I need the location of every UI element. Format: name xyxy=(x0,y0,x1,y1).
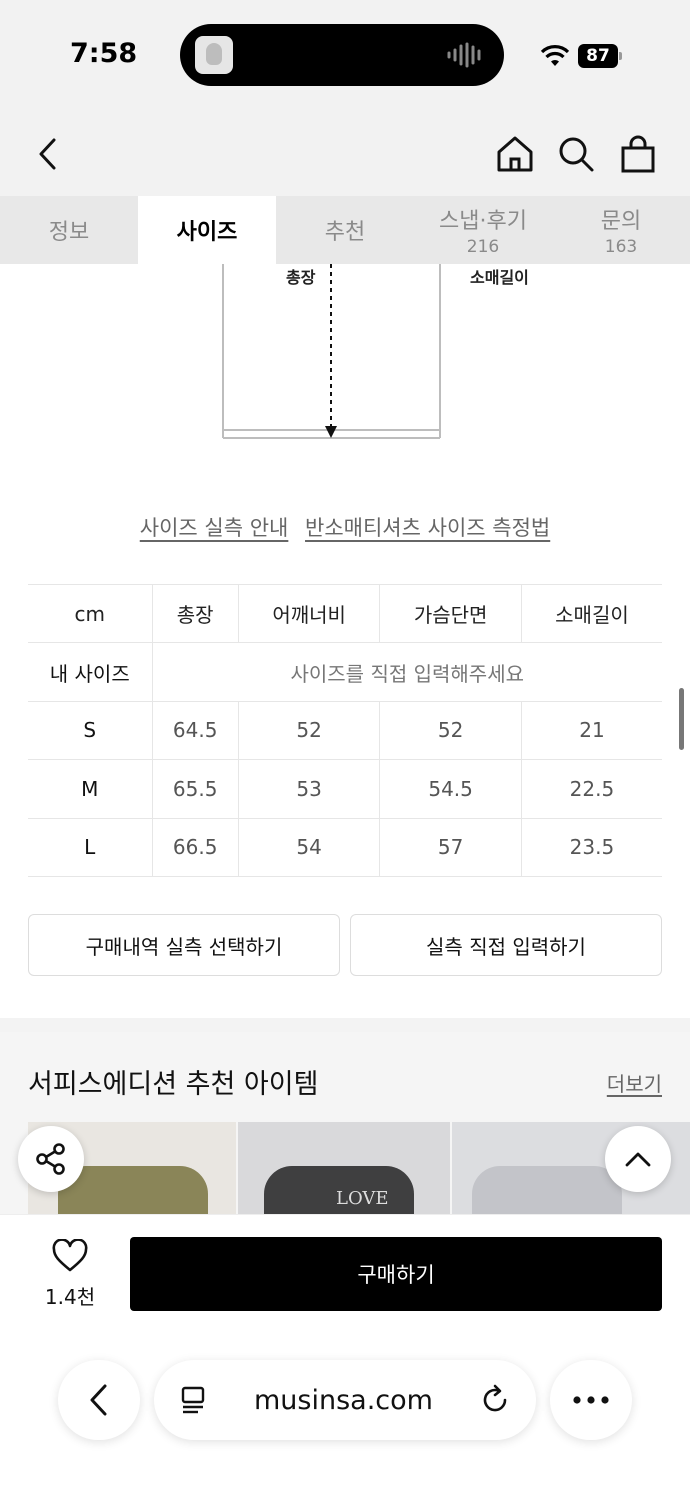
recommend-section: 서피스에디션 추천 아이템 더보기 LOVE xyxy=(0,1032,690,1222)
more-button[interactable] xyxy=(550,1360,632,1440)
battery-level: 87 xyxy=(578,44,618,68)
app-header xyxy=(0,110,690,196)
dynamic-island xyxy=(180,24,504,86)
product-tabs: 정보 사이즈 추천 스냅·후기 216 문의 163 xyxy=(0,196,690,264)
shirt-print: LOVE xyxy=(336,1188,389,1209)
reload-icon[interactable] xyxy=(479,1384,511,1416)
enter-measurement-button[interactable]: 실측 직접 입력하기 xyxy=(350,914,662,976)
recommend-item[interactable]: LOVE xyxy=(238,1122,450,1222)
table-cell: 23.5 xyxy=(520,817,662,877)
my-size-row[interactable]: 내 사이즈 사이즈를 직접 입력해주세요 xyxy=(28,642,662,702)
url-text[interactable]: musinsa.com xyxy=(254,1385,433,1416)
shopping-bag-icon[interactable] xyxy=(616,132,660,176)
table-cell: 65.5 xyxy=(151,759,239,819)
address-bar[interactable]: musinsa.com xyxy=(154,1360,536,1440)
measure-method-link[interactable]: 반소매티셔츠 사이즈 측정법 xyxy=(305,516,550,540)
home-icon[interactable] xyxy=(493,132,537,176)
table-header: 가슴단면 xyxy=(379,583,522,643)
wifi-icon xyxy=(540,45,570,66)
my-size-label: 내 사이즈 xyxy=(28,642,153,702)
audio-wave-icon xyxy=(447,42,481,68)
table-header: 어깨너비 xyxy=(237,583,380,643)
purchase-bar: 1.4천 구매하기 xyxy=(0,1214,690,1500)
table-row: M 65.5 53 54.5 22.5 xyxy=(28,759,662,819)
recommend-title: 서피스에디션 추천 아이템 xyxy=(28,1069,319,1100)
diagram-sleeve-label: 소매길이 xyxy=(470,268,529,287)
size-diagram xyxy=(222,264,441,439)
table-cell: 66.5 xyxy=(151,817,239,877)
now-playing-artwork-icon xyxy=(195,36,233,74)
tab-count: 163 xyxy=(604,237,638,257)
reader-mode-icon[interactable] xyxy=(178,1384,210,1416)
scrollbar[interactable] xyxy=(679,688,684,750)
tab-info[interactable]: 정보 xyxy=(0,196,138,264)
search-icon[interactable] xyxy=(554,132,598,176)
table-row: L 66.5 54 57 23.5 xyxy=(28,817,662,877)
tab-label: 스냅·후기 xyxy=(439,209,527,234)
table-row: S 64.5 52 52 21 xyxy=(28,700,662,760)
tab-label: 사이즈 xyxy=(176,220,238,245)
buy-button[interactable]: 구매하기 xyxy=(130,1237,662,1311)
battery-icon: 87 xyxy=(578,44,622,68)
select-purchase-history-button[interactable]: 구매내역 실측 선택하기 xyxy=(28,914,340,976)
heart-icon xyxy=(52,1238,88,1272)
table-cell: 53 xyxy=(237,759,380,819)
table-header: 소매길이 xyxy=(520,583,662,643)
table-cell: 52 xyxy=(379,700,522,760)
table-cell: 52 xyxy=(237,700,380,760)
my-size-hint[interactable]: 사이즈를 직접 입력해주세요 xyxy=(151,642,662,702)
tab-label: 문의 xyxy=(600,209,642,234)
tab-size[interactable]: 사이즈 xyxy=(138,196,276,264)
back-icon[interactable] xyxy=(26,132,70,176)
like-button[interactable]: 1.4천 xyxy=(40,1238,100,1310)
size-guide-links: 사이즈 실측 안내 반소매티셔츠 사이즈 측정법 xyxy=(0,512,690,542)
size-label: L xyxy=(28,817,153,877)
size-label: M xyxy=(28,759,153,819)
diagram-length-label: 총장 xyxy=(286,268,316,287)
table-cell: 22.5 xyxy=(520,759,662,819)
share-button[interactable] xyxy=(18,1126,84,1192)
like-count: 1.4천 xyxy=(44,1285,96,1309)
status-bar: 7:58 87 xyxy=(0,0,690,110)
size-label: S xyxy=(28,700,153,760)
section-divider xyxy=(0,1018,690,1032)
table-cell: 57 xyxy=(379,817,522,877)
tab-snap-review[interactable]: 스냅·후기 216 xyxy=(414,196,552,264)
back-icon xyxy=(90,1384,107,1416)
more-dots-icon xyxy=(573,1396,609,1404)
tab-inquiry[interactable]: 문의 163 xyxy=(552,196,690,264)
table-header: cm xyxy=(28,583,153,643)
tab-label: 정보 xyxy=(48,220,90,245)
size-guide-link[interactable]: 사이즈 실측 안내 xyxy=(140,516,289,540)
table-header-row: cm 총장 어깨너비 가슴단면 소매길이 xyxy=(28,583,662,643)
tab-count: 216 xyxy=(466,237,500,257)
chevron-up-icon xyxy=(625,1152,651,1167)
size-table: cm 총장 어깨너비 가슴단면 소매길이 내 사이즈 사이즈를 직접 입력해주세… xyxy=(28,583,662,877)
browser-back-button[interactable] xyxy=(58,1360,140,1440)
table-header: 총장 xyxy=(151,583,239,643)
status-time: 7:58 xyxy=(70,38,138,69)
scroll-top-button[interactable] xyxy=(605,1126,671,1192)
table-cell: 54 xyxy=(237,817,380,877)
share-icon xyxy=(36,1143,65,1175)
tab-label: 추천 xyxy=(324,220,366,245)
table-cell: 21 xyxy=(520,700,662,760)
see-more-link[interactable]: 더보기 xyxy=(607,1068,662,1097)
tab-recommend[interactable]: 추천 xyxy=(276,196,414,264)
table-cell: 54.5 xyxy=(379,759,522,819)
table-cell: 64.5 xyxy=(151,700,239,760)
